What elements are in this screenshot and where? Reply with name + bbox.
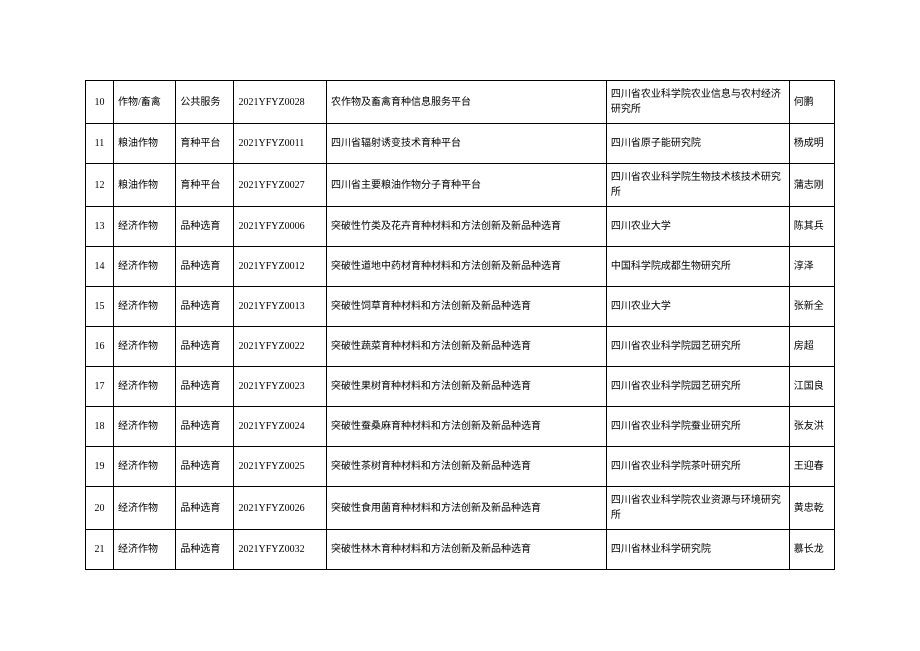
cell-category: 经济作物: [113, 447, 175, 487]
table-row: 14经济作物品种选育2021YFYZ0012突破性道地中药材育种材料和方法创新及…: [86, 247, 835, 287]
cell-person: 蒲志刚: [789, 164, 834, 207]
table-row: 10作物/畜禽公共服务2021YFYZ0028农作物及畜禽育种信息服务平台四川省…: [86, 81, 835, 124]
cell-org: 四川省原子能研究院: [606, 124, 789, 164]
cell-org: 四川省农业科学院生物技术核技术研究所: [606, 164, 789, 207]
cell-title: 四川省主要粮油作物分子育种平台: [327, 164, 607, 207]
cell-org: 四川农业大学: [606, 207, 789, 247]
cell-code: 2021YFYZ0012: [234, 247, 327, 287]
cell-category: 经济作物: [113, 367, 175, 407]
cell-title: 突破性竹类及花卉育种材料和方法创新及新品种选育: [327, 207, 607, 247]
cell-org: 四川省林业科学研究院: [606, 530, 789, 570]
cell-type: 育种平台: [176, 124, 234, 164]
cell-person: 张新全: [789, 287, 834, 327]
cell-code: 2021YFYZ0023: [234, 367, 327, 407]
cell-person: 黄忠乾: [789, 487, 834, 530]
cell-index: 11: [86, 124, 114, 164]
cell-code: 2021YFYZ0028: [234, 81, 327, 124]
cell-index: 20: [86, 487, 114, 530]
cell-title: 农作物及畜禽育种信息服务平台: [327, 81, 607, 124]
table-row: 16经济作物品种选育2021YFYZ0022突破性蔬菜育种材料和方法创新及新品种…: [86, 327, 835, 367]
cell-title: 突破性饲草育种材料和方法创新及新品种选育: [327, 287, 607, 327]
cell-type: 品种选育: [176, 207, 234, 247]
cell-index: 18: [86, 407, 114, 447]
cell-code: 2021YFYZ0027: [234, 164, 327, 207]
cell-org: 中国科学院成都生物研究所: [606, 247, 789, 287]
cell-index: 13: [86, 207, 114, 247]
cell-index: 10: [86, 81, 114, 124]
cell-code: 2021YFYZ0026: [234, 487, 327, 530]
cell-type: 品种选育: [176, 487, 234, 530]
cell-index: 12: [86, 164, 114, 207]
table-row: 11粮油作物育种平台2021YFYZ0011四川省辐射诱变技术育种平台四川省原子…: [86, 124, 835, 164]
cell-person: 江国良: [789, 367, 834, 407]
cell-person: 陈其兵: [789, 207, 834, 247]
table-row: 13经济作物品种选育2021YFYZ0006突破性竹类及花卉育种材料和方法创新及…: [86, 207, 835, 247]
cell-category: 经济作物: [113, 287, 175, 327]
cell-org: 四川农业大学: [606, 287, 789, 327]
cell-type: 品种选育: [176, 287, 234, 327]
cell-type: 品种选育: [176, 407, 234, 447]
table-row: 18经济作物品种选育2021YFYZ0024突破性蚕桑麻育种材料和方法创新及新品…: [86, 407, 835, 447]
cell-category: 经济作物: [113, 207, 175, 247]
cell-category: 经济作物: [113, 327, 175, 367]
cell-org: 四川省农业科学院园艺研究所: [606, 327, 789, 367]
cell-org: 四川省农业科学院农业资源与环境研究所: [606, 487, 789, 530]
cell-org: 四川省农业科学院农业信息与农村经济研究所: [606, 81, 789, 124]
cell-code: 2021YFYZ0011: [234, 124, 327, 164]
cell-category: 经济作物: [113, 247, 175, 287]
cell-category: 粮油作物: [113, 164, 175, 207]
cell-index: 17: [86, 367, 114, 407]
cell-person: 杨成明: [789, 124, 834, 164]
table-row: 21经济作物品种选育2021YFYZ0032突破性林木育种材料和方法创新及新品种…: [86, 530, 835, 570]
cell-code: 2021YFYZ0024: [234, 407, 327, 447]
cell-title: 四川省辐射诱变技术育种平台: [327, 124, 607, 164]
cell-code: 2021YFYZ0022: [234, 327, 327, 367]
cell-category: 粮油作物: [113, 124, 175, 164]
cell-index: 21: [86, 530, 114, 570]
cell-person: 淳泽: [789, 247, 834, 287]
cell-org: 四川省农业科学院园艺研究所: [606, 367, 789, 407]
cell-category: 作物/畜禽: [113, 81, 175, 124]
table-row: 15经济作物品种选育2021YFYZ0013突破性饲草育种材料和方法创新及新品种…: [86, 287, 835, 327]
cell-title: 突破性道地中药材育种材料和方法创新及新品种选育: [327, 247, 607, 287]
cell-person: 慕长龙: [789, 530, 834, 570]
cell-person: 张友洪: [789, 407, 834, 447]
cell-title: 突破性蚕桑麻育种材料和方法创新及新品种选育: [327, 407, 607, 447]
cell-index: 16: [86, 327, 114, 367]
cell-index: 19: [86, 447, 114, 487]
table-row: 20经济作物品种选育2021YFYZ0026突破性食用菌育种材料和方法创新及新品…: [86, 487, 835, 530]
cell-title: 突破性茶树育种材料和方法创新及新品种选育: [327, 447, 607, 487]
cell-code: 2021YFYZ0006: [234, 207, 327, 247]
cell-type: 育种平台: [176, 164, 234, 207]
cell-person: 何鹏: [789, 81, 834, 124]
cell-type: 品种选育: [176, 447, 234, 487]
cell-type: 品种选育: [176, 367, 234, 407]
cell-category: 经济作物: [113, 407, 175, 447]
cell-category: 经济作物: [113, 530, 175, 570]
cell-title: 突破性林木育种材料和方法创新及新品种选育: [327, 530, 607, 570]
cell-category: 经济作物: [113, 487, 175, 530]
cell-index: 15: [86, 287, 114, 327]
cell-code: 2021YFYZ0025: [234, 447, 327, 487]
table-row: 19经济作物品种选育2021YFYZ0025突破性茶树育种材料和方法创新及新品种…: [86, 447, 835, 487]
cell-code: 2021YFYZ0032: [234, 530, 327, 570]
table-row: 17经济作物品种选育2021YFYZ0023突破性果树育种材料和方法创新及新品种…: [86, 367, 835, 407]
cell-code: 2021YFYZ0013: [234, 287, 327, 327]
cell-type: 公共服务: [176, 81, 234, 124]
cell-type: 品种选育: [176, 530, 234, 570]
project-table: 10作物/畜禽公共服务2021YFYZ0028农作物及畜禽育种信息服务平台四川省…: [85, 80, 835, 570]
table-row: 12粮油作物育种平台2021YFYZ0027四川省主要粮油作物分子育种平台四川省…: [86, 164, 835, 207]
cell-person: 王迎春: [789, 447, 834, 487]
cell-type: 品种选育: [176, 247, 234, 287]
cell-index: 14: [86, 247, 114, 287]
cell-org: 四川省农业科学院茶叶研究所: [606, 447, 789, 487]
cell-title: 突破性果树育种材料和方法创新及新品种选育: [327, 367, 607, 407]
cell-org: 四川省农业科学院蚕业研究所: [606, 407, 789, 447]
cell-title: 突破性蔬菜育种材料和方法创新及新品种选育: [327, 327, 607, 367]
cell-person: 房超: [789, 327, 834, 367]
cell-type: 品种选育: [176, 327, 234, 367]
cell-title: 突破性食用菌育种材料和方法创新及新品种选育: [327, 487, 607, 530]
